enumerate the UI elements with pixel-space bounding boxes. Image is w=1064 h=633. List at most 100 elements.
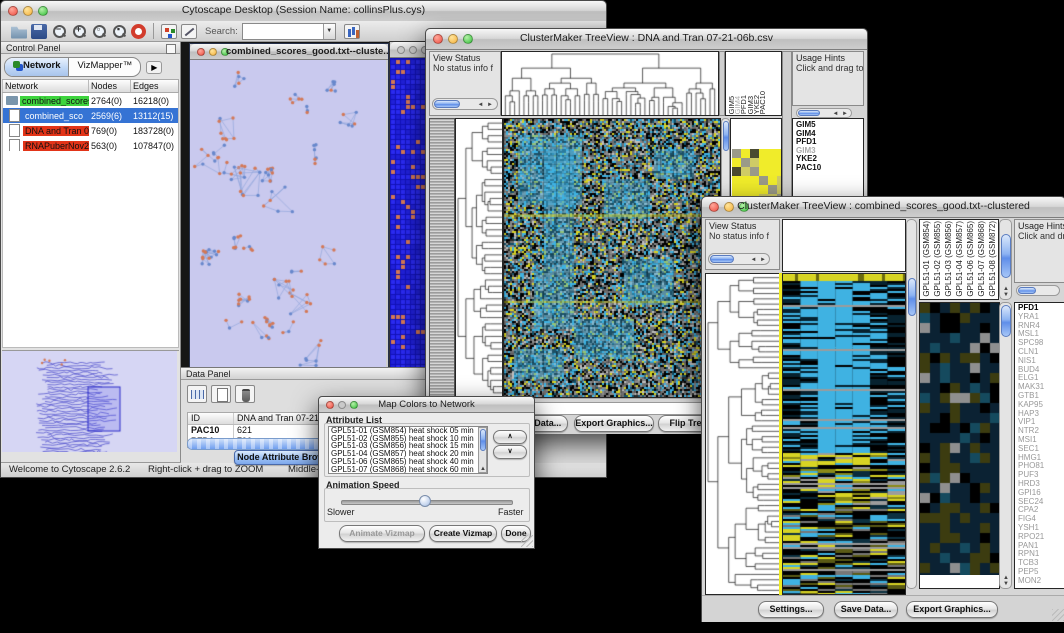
network-row[interactable]: combined_scores2764(0)16218(0) bbox=[3, 93, 178, 108]
speed-slider-thumb[interactable] bbox=[419, 495, 431, 507]
matrix-cell[interactable] bbox=[777, 185, 782, 194]
help-icon[interactable] bbox=[131, 24, 146, 39]
report-icon[interactable] bbox=[344, 24, 360, 39]
col-id[interactable]: ID bbox=[188, 413, 234, 424]
network-overview-thumbnail[interactable] bbox=[2, 351, 177, 452]
gene-label[interactable]: MON2 bbox=[1015, 577, 1064, 586]
column-dendrogram-canvas[interactable] bbox=[502, 52, 718, 115]
tv2-zoom-pane[interactable] bbox=[919, 302, 1000, 589]
tv2-button-save-data-[interactable]: Save Data... bbox=[834, 601, 898, 618]
matrix-cell[interactable] bbox=[759, 185, 768, 194]
float-panel-icon[interactable] bbox=[166, 44, 176, 54]
tv1-row-dendrogram-pane[interactable] bbox=[455, 118, 503, 398]
matrix-cell[interactable] bbox=[732, 176, 741, 185]
row-dendrogram-canvas[interactable] bbox=[706, 274, 780, 594]
network-row[interactable]: combined_sco2569(6)13112(15) bbox=[3, 108, 178, 123]
correlation-matrix[interactable] bbox=[732, 149, 782, 203]
matrix-cell[interactable] bbox=[741, 167, 750, 176]
matrix-cell[interactable] bbox=[750, 167, 759, 176]
matrix-cell[interactable] bbox=[777, 158, 782, 167]
matrix-cell[interactable] bbox=[768, 158, 777, 167]
tv2-heatmap-pane[interactable] bbox=[782, 273, 906, 595]
matrix-cell[interactable] bbox=[750, 149, 759, 158]
search-input[interactable] bbox=[243, 25, 323, 37]
scroll-arrows-icon[interactable]: ▲▼ bbox=[1003, 575, 1010, 587]
close-button[interactable] bbox=[197, 48, 205, 56]
resize-grip[interactable] bbox=[1052, 609, 1064, 621]
matrix-cell[interactable] bbox=[741, 149, 750, 158]
heatmap-canvas[interactable] bbox=[783, 274, 905, 594]
matrix-cell[interactable] bbox=[768, 167, 777, 176]
matrix-cell[interactable] bbox=[741, 185, 750, 194]
zoom-out-icon[interactable]: − bbox=[51, 24, 67, 39]
matrix-cell[interactable] bbox=[759, 158, 768, 167]
close-button[interactable] bbox=[397, 46, 405, 54]
matrix-cell[interactable] bbox=[759, 167, 768, 176]
network-row[interactable]: DNA and Tran 07769(0)183728(0) bbox=[3, 123, 178, 138]
network-canvas[interactable] bbox=[190, 60, 386, 371]
col-nodes[interactable]: Nodes bbox=[88, 80, 130, 92]
tv2-labels-vscrollbar[interactable]: ▲▼ bbox=[999, 219, 1012, 300]
main-title-bar[interactable]: Cytoscape Desktop (Session Name: collins… bbox=[1, 1, 606, 22]
tab-network[interactable]: Network bbox=[5, 58, 69, 76]
tab-overflow-arrow[interactable]: ▶ bbox=[146, 61, 162, 74]
move-up-button[interactable]: ∧ bbox=[493, 430, 527, 444]
scroll-arrows-icon[interactable]: ◄ ► bbox=[477, 102, 494, 108]
zoom-region-icon[interactable]: ▪ bbox=[111, 24, 127, 39]
zoom-fit-icon[interactable]: ▫ bbox=[91, 24, 107, 39]
create-vizmap-button[interactable]: Create Vizmap bbox=[429, 525, 497, 542]
tv1-hints-scrollbar[interactable]: ◄ ► bbox=[796, 108, 852, 118]
col-network[interactable]: Network bbox=[2, 80, 88, 92]
matrix-cell[interactable] bbox=[768, 185, 777, 194]
scroll-arrows-icon[interactable]: ◄ ► bbox=[750, 257, 767, 263]
matrix-cell[interactable] bbox=[777, 149, 782, 158]
matrix-cell[interactable] bbox=[750, 158, 759, 167]
delete-icon[interactable] bbox=[235, 385, 255, 403]
matrix-cell[interactable] bbox=[750, 176, 759, 185]
save-icon[interactable] bbox=[31, 24, 47, 39]
matrix-cell[interactable] bbox=[741, 176, 750, 185]
tv2-row-dendrogram-pane[interactable] bbox=[705, 273, 781, 595]
move-down-button[interactable]: ∨ bbox=[493, 445, 527, 459]
vizmap-icon[interactable] bbox=[161, 24, 177, 39]
row-dendrogram-canvas[interactable] bbox=[456, 119, 502, 397]
scroll-arrows-icon[interactable]: ▲▼ bbox=[480, 466, 488, 472]
scroll-arrows-icon[interactable]: ▲▼ bbox=[1003, 286, 1010, 298]
zoom-in-icon[interactable]: + bbox=[71, 24, 87, 39]
tv1-button-export-graphics-[interactable]: Export Graphics... bbox=[574, 415, 654, 432]
matrix-cell[interactable] bbox=[759, 176, 768, 185]
network-overview-panel[interactable] bbox=[2, 350, 179, 454]
attribute-item[interactable]: GPL51-07 (GSM868) heat shock 60 min bbox=[329, 466, 487, 474]
col-edges[interactable]: Edges bbox=[130, 80, 178, 92]
heatmap-canvas[interactable] bbox=[504, 119, 720, 397]
tv2-button-export-graphics-[interactable]: Export Graphics... bbox=[906, 601, 998, 618]
matrix-cell[interactable] bbox=[750, 185, 759, 194]
matrix-cell[interactable] bbox=[732, 167, 741, 176]
matrix-cell[interactable] bbox=[768, 149, 777, 158]
resize-grip[interactable] bbox=[521, 535, 533, 547]
minimize-button[interactable] bbox=[409, 46, 417, 54]
annotation-icon[interactable] bbox=[181, 24, 197, 39]
tv2-heatmap-vscrollbar[interactable] bbox=[906, 219, 917, 589]
tv2-button-settings-[interactable]: Settings... bbox=[758, 601, 824, 618]
tv1-column-dendrogram-pane[interactable] bbox=[501, 51, 719, 116]
tv1-heatmap-pane[interactable] bbox=[503, 118, 721, 398]
open-icon[interactable] bbox=[11, 24, 27, 39]
attribute-listbox[interactable]: GPL51-01 (GSM854) heat shock 05 minGPL51… bbox=[328, 426, 488, 474]
matrix-cell[interactable] bbox=[741, 158, 750, 167]
matrix-cell[interactable] bbox=[732, 158, 741, 167]
matrix-cell[interactable] bbox=[732, 149, 741, 158]
table-icon[interactable] bbox=[187, 385, 207, 403]
tv2-hints-scrollbar[interactable] bbox=[1016, 285, 1060, 296]
network-view-window-1[interactable]: combined_scores_good.txt--cluste... bbox=[189, 43, 389, 373]
matrix-cell[interactable] bbox=[732, 185, 741, 194]
tv2-genes-vscrollbar[interactable]: ▲▼ bbox=[999, 302, 1012, 589]
scroll-arrows-icon[interactable]: ◄ ► bbox=[832, 111, 849, 117]
zoom-heatmap-canvas[interactable] bbox=[920, 303, 999, 575]
search-combobox[interactable]: ▼ bbox=[242, 23, 336, 40]
tv1-status-scrollbar[interactable]: ◄ ► bbox=[432, 98, 498, 110]
new-document-icon[interactable] bbox=[211, 385, 231, 403]
gene-label[interactable]: PAC10 bbox=[793, 164, 863, 173]
matrix-cell[interactable] bbox=[759, 149, 768, 158]
matrix-cell[interactable] bbox=[777, 176, 782, 185]
